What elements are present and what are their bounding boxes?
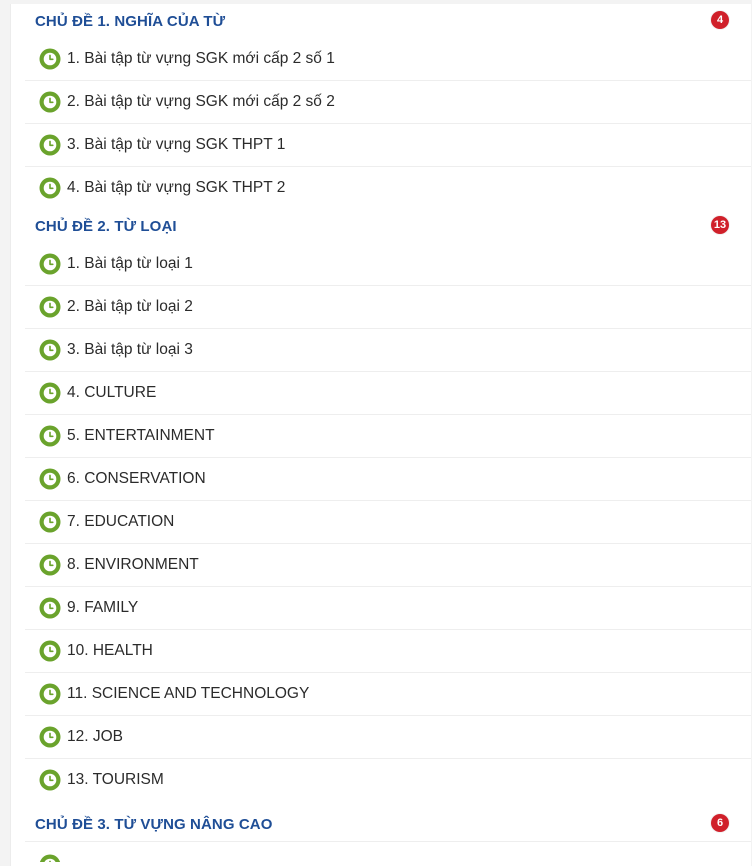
clock-icon [39, 683, 61, 705]
clock-icon [39, 382, 61, 404]
section-header-2[interactable]: CHỦ ĐỀ 2. TỪ LOẠI 13 [11, 209, 751, 243]
clock-icon [39, 640, 61, 662]
section-2: CHỦ ĐỀ 2. TỪ LOẠI 13 1. Bài tập từ loại … [11, 209, 751, 801]
lesson-item[interactable]: 10. HEALTH [25, 629, 751, 672]
clock-icon [39, 134, 61, 156]
clock-icon [39, 597, 61, 619]
lesson-label: 3. Bài tập từ vựng SGK THPT 1 [67, 136, 286, 153]
lesson-label: 10. HEALTH [67, 642, 153, 659]
lesson-label: 7. EDUCATION [67, 513, 175, 530]
lesson-count-badge: 4 [711, 11, 729, 29]
lesson-item[interactable]: 1. Bài tập từ vựng SGK mới cấp 2 số 1 [25, 38, 751, 80]
lesson-label: 6. CONSERVATION [67, 470, 206, 487]
lesson-item[interactable]: 3. Bài tập từ vựng SGK THPT 1 [25, 123, 751, 166]
lesson-item[interactable]: 9. FAMILY [25, 586, 751, 629]
lesson-item[interactable]: 7. EDUCATION [25, 500, 751, 543]
lesson-item[interactable]: 12. JOB [25, 715, 751, 758]
lesson-label: 11. SCIENCE AND TECHNOLOGY [67, 685, 310, 702]
clock-icon [39, 339, 61, 361]
lesson-count-badge: 6 [711, 814, 729, 832]
lesson-label: 1. Bài tập từ loại 1 [67, 255, 193, 272]
section-3: CHỦ ĐỀ 3. TỪ VỰNG NÂNG CAO 6 [11, 807, 751, 862]
lesson-label: 9. FAMILY [67, 599, 139, 616]
section-title: CHỦ ĐỀ 3. TỪ VỰNG NÂNG CAO [35, 815, 273, 833]
lesson-item[interactable] [25, 841, 751, 862]
clock-icon [39, 769, 61, 791]
clock-icon [39, 726, 61, 748]
lesson-label: 5. ENTERTAINMENT [67, 427, 215, 444]
clock-icon [39, 511, 61, 533]
lesson-label: 3. Bài tập từ loại 3 [67, 341, 193, 358]
section-header-3[interactable]: CHỦ ĐỀ 3. TỪ VỰNG NÂNG CAO 6 [11, 807, 751, 841]
lesson-label: 13. TOURISM [67, 771, 164, 788]
section-title: CHỦ ĐỀ 1. NGHĨA CỦA TỪ [35, 12, 226, 30]
clock-icon [39, 854, 61, 862]
lesson-label: 2. Bài tập từ loại 2 [67, 298, 193, 315]
lesson-label: 8. ENVIRONMENT [67, 556, 199, 573]
lesson-item[interactable]: 5. ENTERTAINMENT [25, 414, 751, 457]
lesson-item[interactable]: 3. Bài tập từ loại 3 [25, 328, 751, 371]
lesson-item[interactable]: 2. Bài tập từ vựng SGK mới cấp 2 số 2 [25, 80, 751, 123]
lesson-label: 4. Bài tập từ vựng SGK THPT 2 [67, 179, 286, 196]
lesson-label: 12. JOB [67, 728, 123, 745]
clock-icon [39, 554, 61, 576]
section-1: CHỦ ĐỀ 1. NGHĨA CỦA TỪ 4 1. Bài tập từ v… [11, 4, 751, 209]
lesson-label: 1. Bài tập từ vựng SGK mới cấp 2 số 1 [67, 50, 335, 67]
lesson-item[interactable]: 1. Bài tập từ loại 1 [25, 243, 751, 285]
clock-icon [39, 468, 61, 490]
section-header-1[interactable]: CHỦ ĐỀ 1. NGHĨA CỦA TỪ 4 [11, 4, 751, 38]
lesson-item[interactable]: 4. CULTURE [25, 371, 751, 414]
clock-icon [39, 91, 61, 113]
lesson-item[interactable]: 8. ENVIRONMENT [25, 543, 751, 586]
section-title: CHỦ ĐỀ 2. TỪ LOẠI [35, 217, 177, 235]
lesson-panel: CHỦ ĐỀ 1. NGHĨA CỦA TỪ 4 1. Bài tập từ v… [10, 4, 751, 866]
lesson-item[interactable]: 11. SCIENCE AND TECHNOLOGY [25, 672, 751, 715]
lesson-item[interactable]: 2. Bài tập từ loại 2 [25, 285, 751, 328]
lesson-item[interactable]: 4. Bài tập từ vựng SGK THPT 2 [25, 166, 751, 209]
clock-icon [39, 177, 61, 199]
clock-icon [39, 253, 61, 275]
lesson-item[interactable]: 6. CONSERVATION [25, 457, 751, 500]
lesson-list: 1. Bài tập từ vựng SGK mới cấp 2 số 1 2.… [11, 38, 751, 209]
lesson-label: 2. Bài tập từ vựng SGK mới cấp 2 số 2 [67, 93, 335, 110]
lesson-item[interactable]: 13. TOURISM [25, 758, 751, 801]
clock-icon [39, 425, 61, 447]
clock-icon [39, 48, 61, 70]
lesson-count-badge: 13 [711, 216, 729, 234]
clock-icon [39, 296, 61, 318]
lesson-label: 4. CULTURE [67, 384, 157, 401]
lesson-list: 1. Bài tập từ loại 1 2. Bài tập từ loại … [11, 243, 751, 801]
